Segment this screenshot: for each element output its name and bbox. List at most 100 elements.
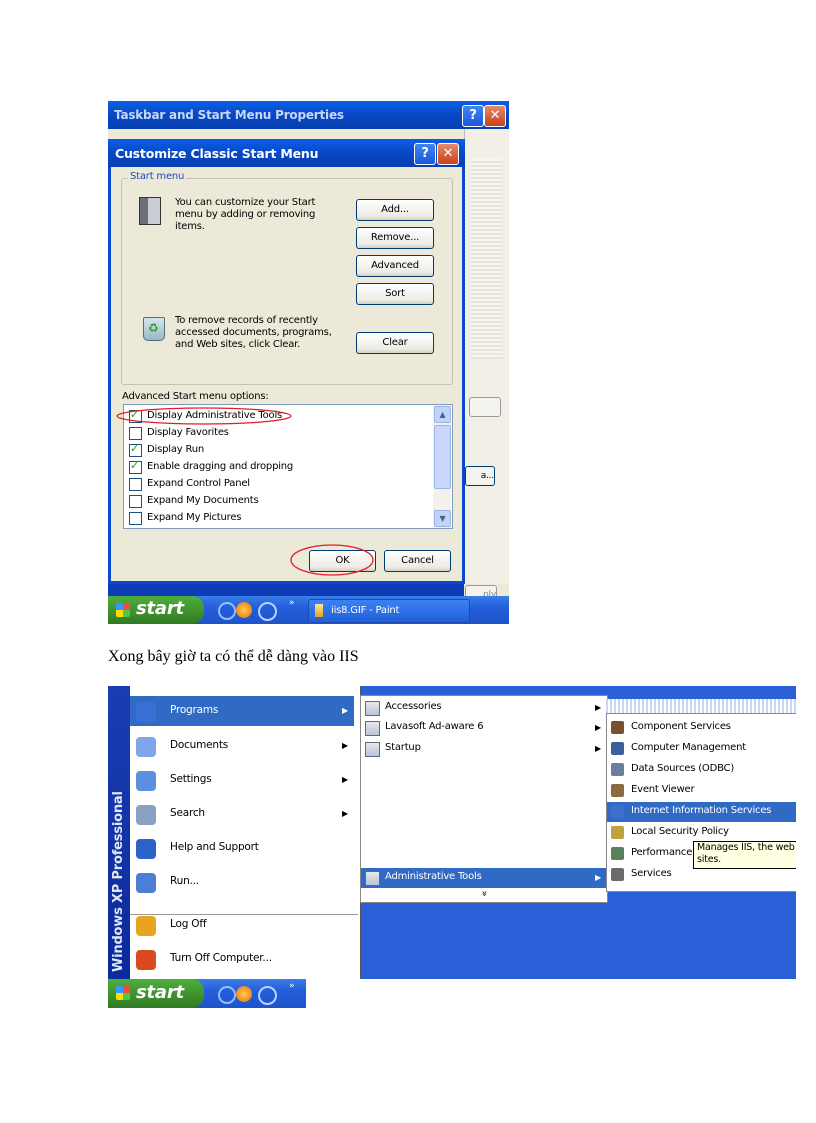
admin-submenu-header bbox=[606, 699, 796, 713]
start-item-search[interactable]: Search ▶ bbox=[130, 799, 354, 829]
power-icon bbox=[136, 950, 156, 970]
taskbar: start » iis8.GIF - Paint bbox=[108, 596, 509, 624]
start-button-2[interactable]: start bbox=[108, 979, 204, 1008]
taskbar-blank-area bbox=[306, 979, 796, 1008]
admin-tool-label: Computer Management bbox=[631, 742, 746, 753]
submenu-arrow-icon: ▶ bbox=[595, 723, 601, 732]
taskbar-2: start » bbox=[108, 979, 796, 1008]
start-item-label: Run... bbox=[170, 875, 199, 887]
start-item-help-and-support[interactable]: Help and Support bbox=[130, 833, 354, 863]
tool-icon bbox=[611, 721, 624, 734]
admin-tool-item[interactable]: Computer Management bbox=[607, 739, 796, 759]
annotation-circle-ok bbox=[290, 544, 374, 576]
firefox-icon[interactable] bbox=[236, 986, 252, 1002]
settings-icon bbox=[136, 771, 156, 791]
programs-expand-chevron[interactable]: » bbox=[361, 888, 607, 902]
admin-tool-label: Data Sources (ODBC) bbox=[631, 763, 735, 774]
programs-item[interactable]: Lavasoft Ad-aware 6 ▶ bbox=[361, 718, 607, 738]
quicklaunch-chevron-icon[interactable]: » bbox=[289, 598, 295, 608]
tool-icon bbox=[611, 826, 624, 839]
tool-icon bbox=[611, 805, 624, 818]
start-item-label: Turn Off Computer... bbox=[170, 952, 272, 964]
start-item-documents[interactable]: Documents ▶ bbox=[130, 731, 354, 761]
admin-tool-label: Component Services bbox=[631, 721, 731, 732]
screenshot-start-menu-iis: Windows XP Professional Programs ▶ Documen… bbox=[108, 686, 796, 1008]
start-item-programs[interactable]: Programs ▶ bbox=[130, 696, 354, 726]
red-annotation-marks bbox=[116, 407, 374, 576]
folder-icon bbox=[365, 701, 380, 716]
annotation-circle-admin-tools bbox=[116, 407, 292, 425]
start-button[interactable]: start bbox=[108, 596, 204, 624]
screenshot-customize-start-menu: Taskbar and Start Menu Properties ? ✕ a.… bbox=[108, 101, 509, 624]
start-label: start bbox=[136, 598, 184, 619]
start-item-label: Programs bbox=[170, 704, 219, 716]
logoff-icon bbox=[136, 916, 156, 936]
tool-icon bbox=[611, 742, 624, 755]
dialog-bottom-frame bbox=[108, 584, 464, 596]
start-label-2: start bbox=[136, 982, 184, 1003]
submenu-arrow-icon: ▶ bbox=[342, 741, 348, 750]
programs-item-label: Lavasoft Ad-aware 6 bbox=[385, 721, 484, 732]
chevron-down-icon: » bbox=[478, 890, 490, 897]
browser-icon[interactable] bbox=[258, 986, 277, 1005]
taskbar-task-label: iis8.GIF - Paint bbox=[331, 605, 400, 616]
help-icon bbox=[136, 839, 156, 859]
start-item-label: Search bbox=[170, 807, 205, 819]
start-item-label: Log Off bbox=[170, 918, 207, 930]
admin-tool-label: Internet Information Services bbox=[631, 805, 772, 816]
start-item-turn-off-computer[interactable]: Turn Off Computer... bbox=[130, 944, 354, 974]
start-item-settings[interactable]: Settings ▶ bbox=[130, 765, 354, 795]
firefox-icon[interactable] bbox=[236, 602, 252, 618]
admin-tool-label: Services bbox=[631, 868, 672, 879]
ie-icon[interactable] bbox=[218, 986, 236, 1004]
submenu-arrow-icon: ▶ bbox=[595, 873, 601, 882]
programs-item[interactable]: Startup ▶ bbox=[361, 739, 607, 759]
start-item-label: Documents bbox=[170, 739, 229, 751]
caption-text: Xong bây giờ ta có thể dễ dàng vào IIS bbox=[108, 648, 359, 665]
admin-tool-label: Local Security Policy bbox=[631, 826, 729, 837]
admin-tool-item[interactable]: Data Sources (ODBC) bbox=[607, 760, 796, 780]
submenu-arrow-icon: ▶ bbox=[342, 775, 348, 784]
tool-icon bbox=[611, 763, 624, 776]
iis-tooltip: Manages IIS, the web sites. bbox=[693, 841, 796, 869]
windows-logo-icon bbox=[116, 986, 130, 1000]
programs-items: Accessories ▶ Lavasoft Ad-aware 6 ▶ Startup ▶… bbox=[361, 696, 607, 902]
documents-icon bbox=[136, 737, 156, 757]
quicklaunch-chevron-icon-2[interactable]: » bbox=[289, 981, 295, 991]
programs-item[interactable]: Accessories ▶ bbox=[361, 698, 607, 718]
tool-icon bbox=[611, 847, 624, 860]
admin-tool-item[interactable]: Internet Information Services bbox=[607, 802, 796, 822]
tool-icon bbox=[611, 868, 624, 881]
programs-item[interactable]: Administrative Tools ▶ bbox=[361, 868, 607, 888]
start-menu-separator bbox=[130, 914, 358, 915]
submenu-arrow-icon: ▶ bbox=[595, 703, 601, 712]
admin-tool-item[interactable]: Component Services bbox=[607, 718, 796, 738]
windows-logo-icon bbox=[116, 603, 130, 617]
run-icon bbox=[136, 873, 156, 893]
tool-icon bbox=[611, 784, 624, 797]
paint-icon bbox=[315, 604, 323, 617]
submenu-arrow-icon: ▶ bbox=[595, 744, 601, 753]
programs-icon bbox=[136, 702, 156, 722]
browser-icon[interactable] bbox=[258, 602, 277, 621]
programs-item-label: Administrative Tools bbox=[385, 871, 482, 882]
admin-tool-label: Event Viewer bbox=[631, 784, 695, 795]
start-menu: Windows XP Professional Programs ▶ Documen… bbox=[108, 686, 361, 979]
folder-icon bbox=[365, 721, 380, 736]
admin-tool-item[interactable]: Event Viewer bbox=[607, 781, 796, 801]
programs-item-label: Startup bbox=[385, 742, 421, 753]
submenu-arrow-icon: ▶ bbox=[342, 706, 348, 715]
taskbar-task-paint[interactable]: iis8.GIF - Paint bbox=[308, 599, 470, 623]
programs-item-label: Accessories bbox=[385, 701, 442, 712]
start-item-label: Settings bbox=[170, 773, 212, 785]
ie-icon[interactable] bbox=[218, 602, 236, 620]
programs-submenu: Accessories ▶ Lavasoft Ad-aware 6 ▶ Startup ▶… bbox=[360, 695, 608, 903]
start-item-run[interactable]: Run... bbox=[130, 867, 354, 897]
folder-icon bbox=[365, 871, 380, 886]
start-item-label: Help and Support bbox=[170, 841, 259, 853]
start-menu-items: Programs ▶ Documents ▶ Settings ▶ Search ▶ Help … bbox=[108, 686, 360, 979]
folder-icon bbox=[365, 742, 380, 757]
admin-tool-label: Performance bbox=[631, 847, 693, 858]
admin-tool-item[interactable]: Local Security Policy bbox=[607, 823, 796, 843]
search-icon bbox=[136, 805, 156, 825]
